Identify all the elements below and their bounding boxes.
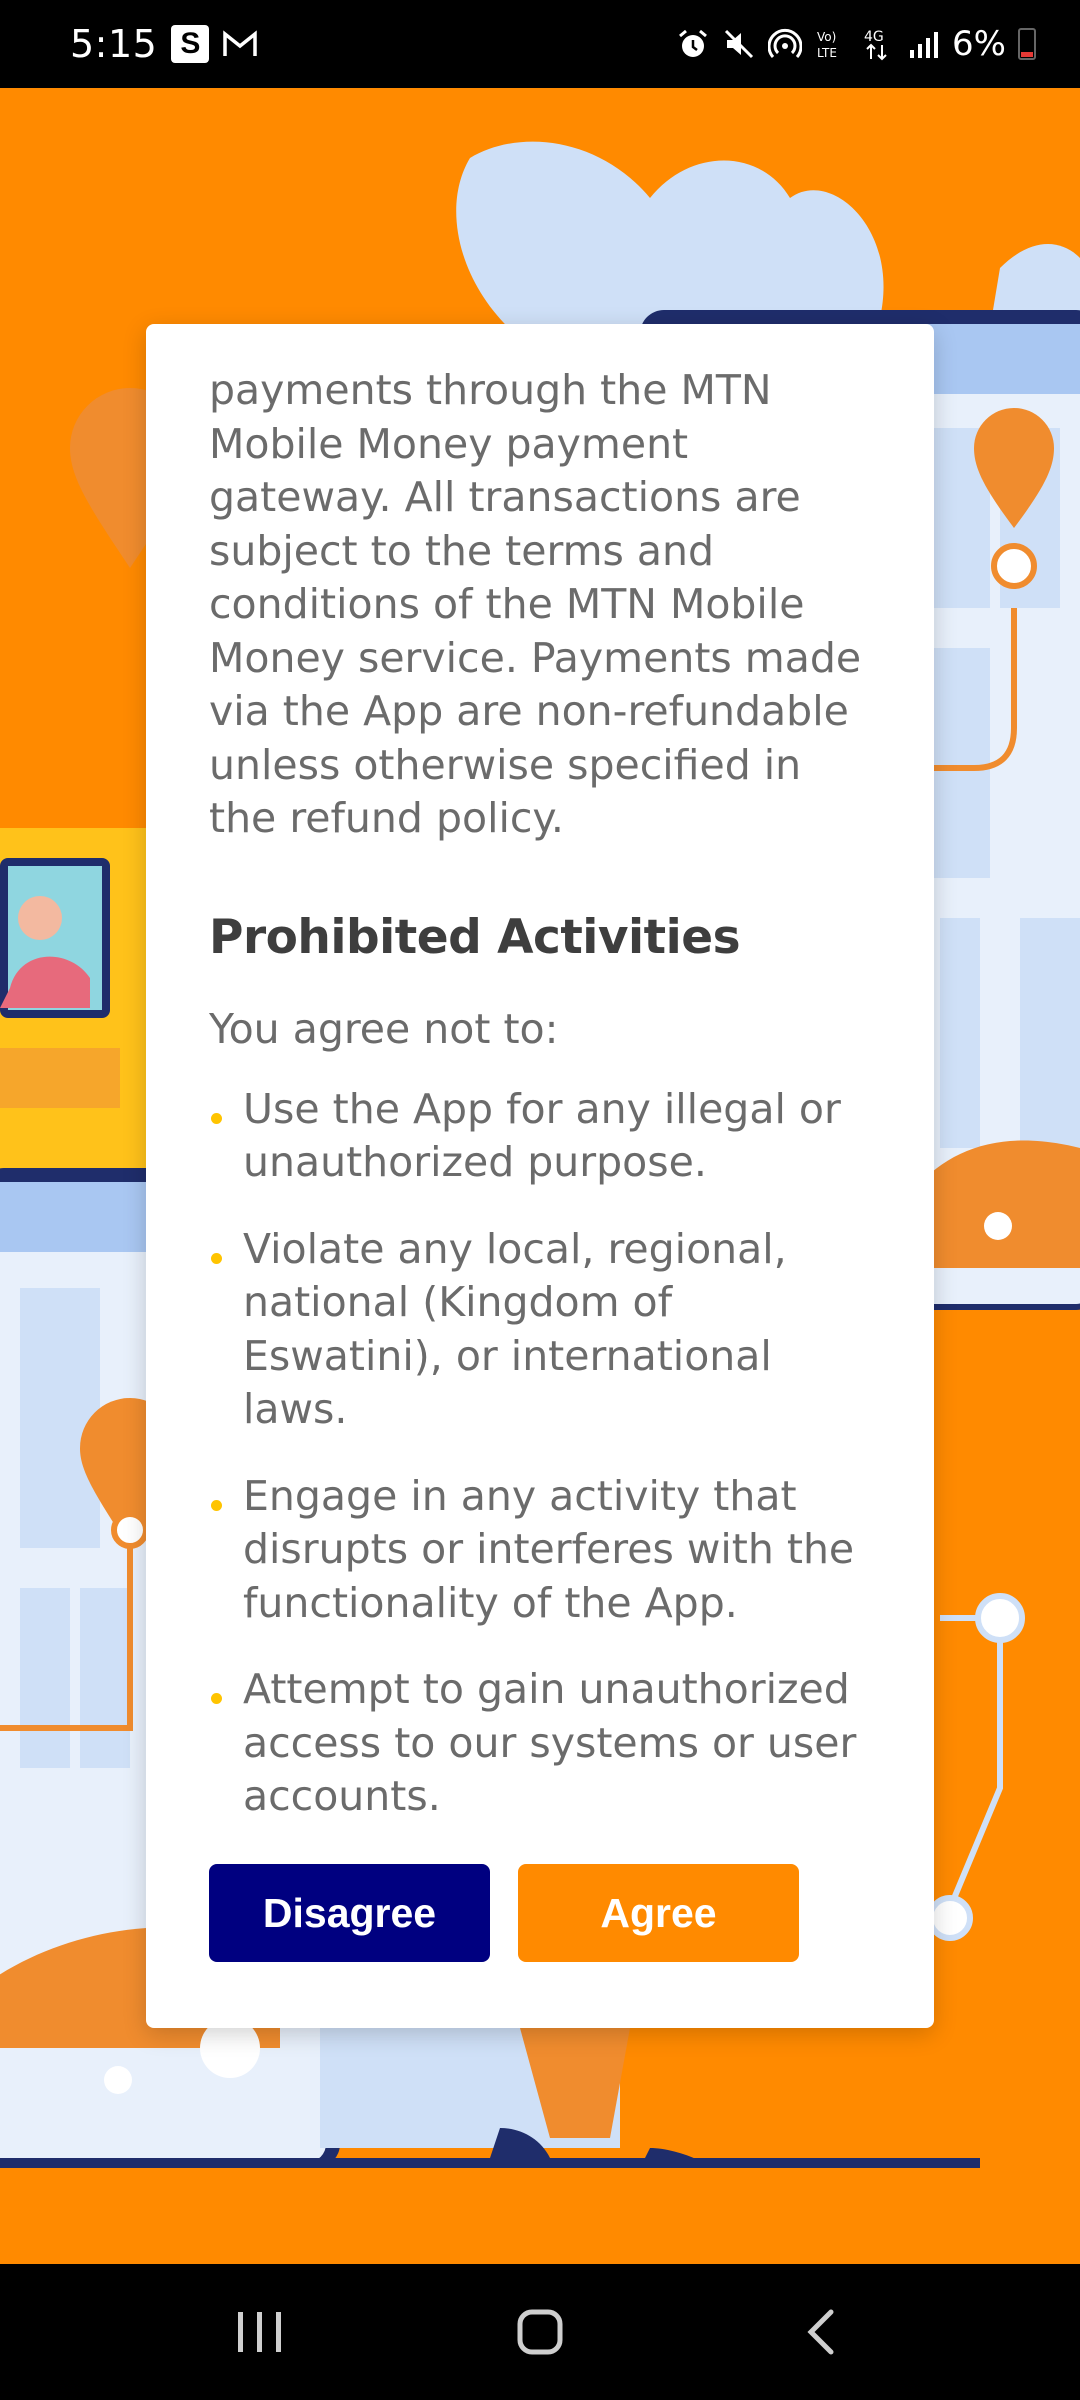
list-item-text: Attempt to gain unauthorized access to o… [243,1665,857,1820]
home-icon [517,2309,563,2355]
recent-apps-button[interactable] [220,2292,300,2372]
status-bar-right: Vo) LTE 4G 6% [676,24,1036,64]
back-button[interactable] [780,2292,860,2372]
status-bar-left: 5:15 S [70,22,258,66]
clock: 5:15 [70,22,158,66]
disagree-button[interactable]: Disagree [209,1864,490,1962]
list-item-text: Engage in any activity that disrupts or … [243,1471,855,1627]
button-row: Disagree Agree [209,1864,799,1962]
signal-icon [906,27,940,61]
svg-text:Vo): Vo) [817,30,836,44]
bullet-icon [211,1112,222,1124]
network-4g-icon: 4G [860,27,894,61]
list-item-text: Use the App for any illegal or unauthori… [243,1084,841,1187]
battery-icon [1018,28,1036,60]
recent-apps-icon [238,2312,281,2352]
alarm-icon [676,27,710,61]
navigation-bar [0,2264,1080,2400]
bullet-icon [211,1693,222,1704]
bullet-icon [211,1252,222,1264]
list-item: Violate any local, regional, national (K… [209,1223,872,1437]
prohibited-intro: You agree not to: [209,1004,559,1053]
payments-paragraph: payments through the MTN Mobile Money pa… [209,366,862,842]
prohibited-list: Use the App for any illegal or unauthori… [209,1083,872,1824]
app-notification-icon: S [171,25,210,63]
bullet-icon [211,1499,222,1511]
agree-button[interactable]: Agree [518,1864,799,1962]
gmail-icon [223,27,258,61]
list-item-text: Violate any local, regional, national (K… [243,1224,787,1434]
back-icon [807,2309,834,2355]
terms-modal: payments through the MTN Mobile Money pa… [146,324,934,2028]
section-title: Prohibited Activities [209,909,741,965]
svg-text:4G: 4G [864,29,884,45]
status-bar: 5:15 S Vo) LTE 4G 6% [0,0,1080,88]
home-button[interactable] [500,2292,580,2372]
mute-icon [722,27,756,61]
svg-text:LTE: LTE [817,46,837,60]
list-item: Attempt to gain unauthorized access to o… [209,1663,872,1824]
volte-icon: Vo) LTE [814,27,848,61]
list-item: Engage in any activity that disrupts or … [209,1470,872,1631]
hotspot-icon [768,27,803,61]
list-item: Use the App for any illegal or unauthori… [209,1083,872,1190]
battery-percent: 6% [952,24,1006,64]
